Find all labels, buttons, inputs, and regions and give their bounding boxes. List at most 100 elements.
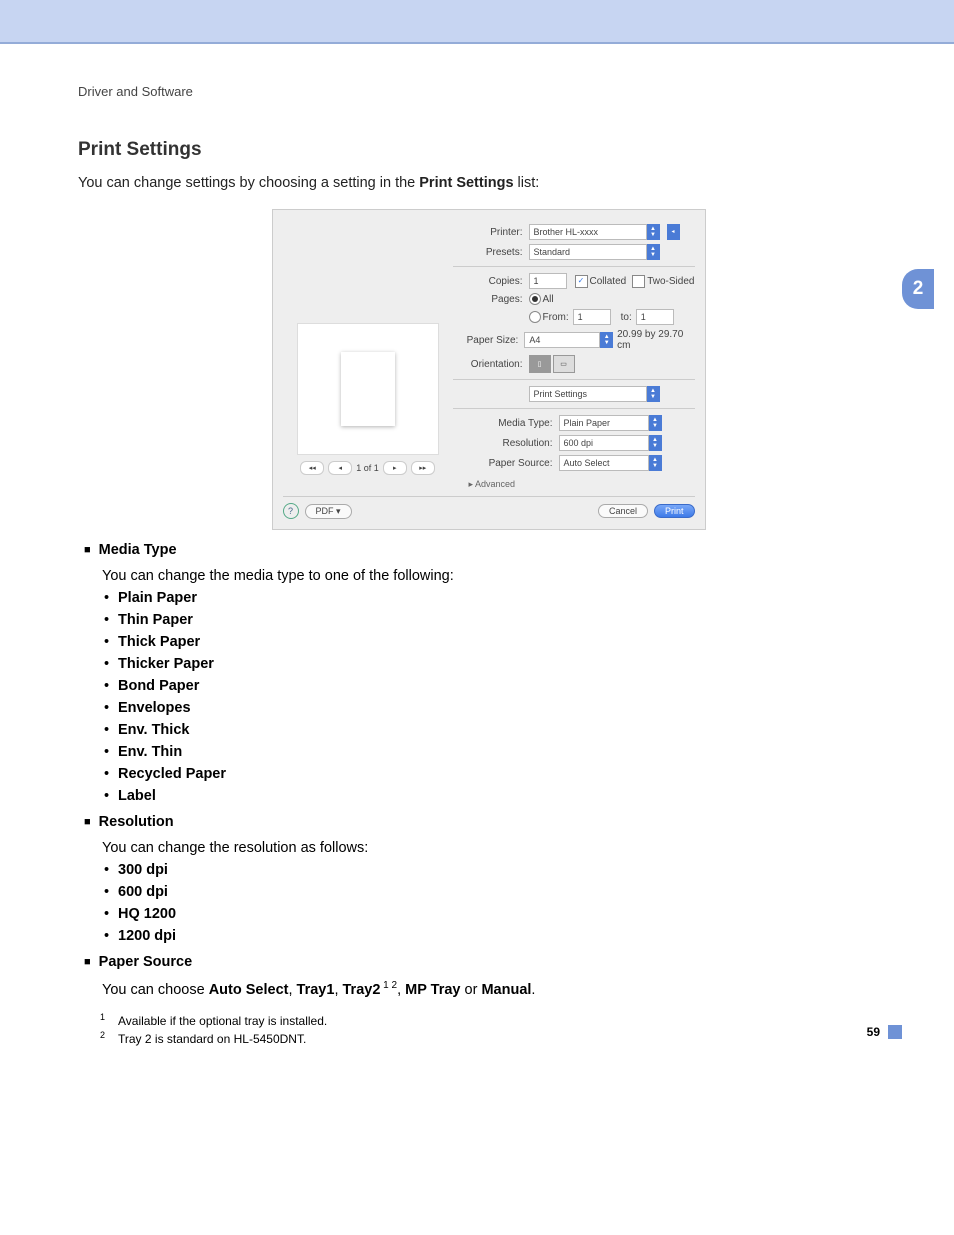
paper-source-text: You can choose Auto Select, Tray1, Tray2… xyxy=(102,980,899,998)
two-sided-checkbox[interactable] xyxy=(632,275,645,288)
paper-source-select[interactable]: Auto Select▲▼ xyxy=(559,455,649,471)
footnote-num: 2 xyxy=(100,1030,118,1044)
ps-opt: Tray1 xyxy=(297,982,335,998)
ps-sep: , xyxy=(397,982,405,998)
two-sided-label: Two-Sided xyxy=(647,276,694,287)
pages-from-radio[interactable] xyxy=(529,311,541,323)
dropdown-arrows-icon: ▲▼ xyxy=(647,386,660,402)
page-number: 59 xyxy=(867,1025,880,1039)
list-item: Thicker Paper xyxy=(104,656,899,672)
dropdown-arrows-icon: ▲▼ xyxy=(649,415,662,431)
pager-first-button[interactable]: ◂◂ xyxy=(300,461,324,475)
resolution-label: Resolution: xyxy=(453,438,559,449)
corner-square-icon xyxy=(888,1025,902,1039)
pages-to-label: to: xyxy=(621,312,632,323)
preview-page xyxy=(341,352,395,426)
ps-period: . xyxy=(531,982,535,998)
ps-opt: Auto Select xyxy=(209,982,289,998)
print-button[interactable]: Print xyxy=(654,504,695,518)
printer-value: Brother HL-xxxx xyxy=(534,227,599,237)
list-item: Thin Paper xyxy=(104,612,899,628)
cancel-button[interactable]: Cancel xyxy=(598,504,648,518)
media-type-list: Plain Paper Thin Paper Thick Paper Thick… xyxy=(104,590,899,804)
pages-from-input[interactable]: 1 xyxy=(573,309,611,325)
paper-size-dims: 20.99 by 29.70 cm xyxy=(617,329,694,351)
dropdown-arrows-icon: ▲▼ xyxy=(647,244,660,260)
list-item: Env. Thin xyxy=(104,744,899,760)
pages-all-label: All xyxy=(543,294,554,305)
pages-from-label: From: xyxy=(543,312,569,323)
dropdown-arrows-icon: ▲▼ xyxy=(647,224,660,240)
pages-to-input[interactable]: 1 xyxy=(636,309,674,325)
printer-info-button[interactable]: ◂ xyxy=(667,224,680,240)
section-title: Print Settings xyxy=(78,139,899,161)
printer-select[interactable]: Brother HL-xxxx▲▼ xyxy=(529,224,647,240)
copies-input[interactable]: 1 xyxy=(529,273,567,289)
list-item: HQ 1200 xyxy=(104,906,899,922)
dropdown-arrows-icon: ▲▼ xyxy=(600,332,613,348)
ps-opt: Tray2 xyxy=(343,982,381,998)
pager: ◂◂ ◂ 1 of 1 ▸ ▸▸ xyxy=(300,461,435,475)
presets-value: Standard xyxy=(534,247,571,257)
resolution-select[interactable]: 600 dpi▲▼ xyxy=(559,435,649,451)
advanced-disclosure[interactable]: ▸ Advanced xyxy=(469,479,516,489)
list-item: 600 dpi xyxy=(104,884,899,900)
chapter-tab: 2 xyxy=(902,269,934,309)
list-item: Thick Paper xyxy=(104,634,899,650)
dropdown-arrows-icon: ▲▼ xyxy=(649,455,662,471)
pane-select[interactable]: Print Settings▲▼ xyxy=(529,386,647,402)
collated-checkbox[interactable]: ✓ xyxy=(575,275,588,288)
paper-size-value: A4 xyxy=(529,335,540,345)
presets-select[interactable]: Standard▲▼ xyxy=(529,244,647,260)
collated-label: Collated xyxy=(590,276,627,287)
pane-select-value: Print Settings xyxy=(534,389,588,399)
help-button[interactable]: ? xyxy=(283,503,299,519)
footnote-ref: 1 2 xyxy=(380,980,397,991)
intro-text: You can change settings by choosing a se… xyxy=(78,175,899,191)
pager-last-button[interactable]: ▸▸ xyxy=(411,461,435,475)
paper-size-select[interactable]: A4▲▼ xyxy=(524,332,600,348)
pdf-button[interactable]: PDF ▾ xyxy=(305,504,352,519)
intro-post: list: xyxy=(514,175,540,191)
paper-source-value: Auto Select xyxy=(564,458,610,468)
ps-sep: or xyxy=(461,982,482,998)
orientation-label: Orientation: xyxy=(453,359,529,370)
footnote-text: Available if the optional tray is instal… xyxy=(118,1014,327,1028)
media-type-value: Plain Paper xyxy=(564,418,611,428)
footnotes: 1Available if the optional tray is insta… xyxy=(100,1014,899,1046)
resolution-heading-text: Resolution xyxy=(99,814,174,830)
presets-label: Presets: xyxy=(453,247,529,258)
advanced-label: Advanced xyxy=(475,479,515,489)
resolution-value: 600 dpi xyxy=(564,438,594,448)
media-type-label: Media Type: xyxy=(453,418,559,429)
paper-source-label: Paper Source: xyxy=(453,458,559,469)
footnote-num: 1 xyxy=(100,1012,118,1026)
footnote-text: Tray 2 is standard on HL-5450DNT. xyxy=(118,1032,306,1046)
paper-source-heading: ■ Paper Source xyxy=(84,954,899,970)
pager-prev-button[interactable]: ◂ xyxy=(328,461,352,475)
media-type-intro: You can change the media type to one of … xyxy=(102,568,899,584)
pages-all-radio[interactable] xyxy=(529,293,541,305)
dropdown-arrows-icon: ▲▼ xyxy=(649,435,662,451)
pages-label: Pages: xyxy=(453,294,529,305)
ps-opt: MP Tray xyxy=(405,982,460,998)
list-item: Envelopes xyxy=(104,700,899,716)
resolution-intro: You can change the resolution as follows… xyxy=(102,840,899,856)
intro-pre: You can change settings by choosing a se… xyxy=(78,175,419,191)
ps-opt: Manual xyxy=(481,982,531,998)
pager-next-button[interactable]: ▸ xyxy=(383,461,407,475)
print-dialog: ◂◂ ◂ 1 of 1 ▸ ▸▸ Printer: Brother HL-xxx… xyxy=(272,209,706,530)
resolution-heading: ■ Resolution xyxy=(84,814,899,830)
list-item: 1200 dpi xyxy=(104,928,899,944)
intro-bold: Print Settings xyxy=(419,175,513,191)
list-item: Plain Paper xyxy=(104,590,899,606)
media-type-select[interactable]: Plain Paper▲▼ xyxy=(559,415,649,431)
orientation-landscape-button[interactable]: ▭ xyxy=(553,355,575,373)
list-item: 300 dpi xyxy=(104,862,899,878)
square-bullet-icon: ■ xyxy=(84,544,91,556)
orientation-portrait-button[interactable]: ▯ xyxy=(529,355,551,373)
ps-pre: You can choose xyxy=(102,982,209,998)
paper-source-heading-text: Paper Source xyxy=(99,954,193,970)
preview-pane xyxy=(297,323,439,455)
list-item: Bond Paper xyxy=(104,678,899,694)
